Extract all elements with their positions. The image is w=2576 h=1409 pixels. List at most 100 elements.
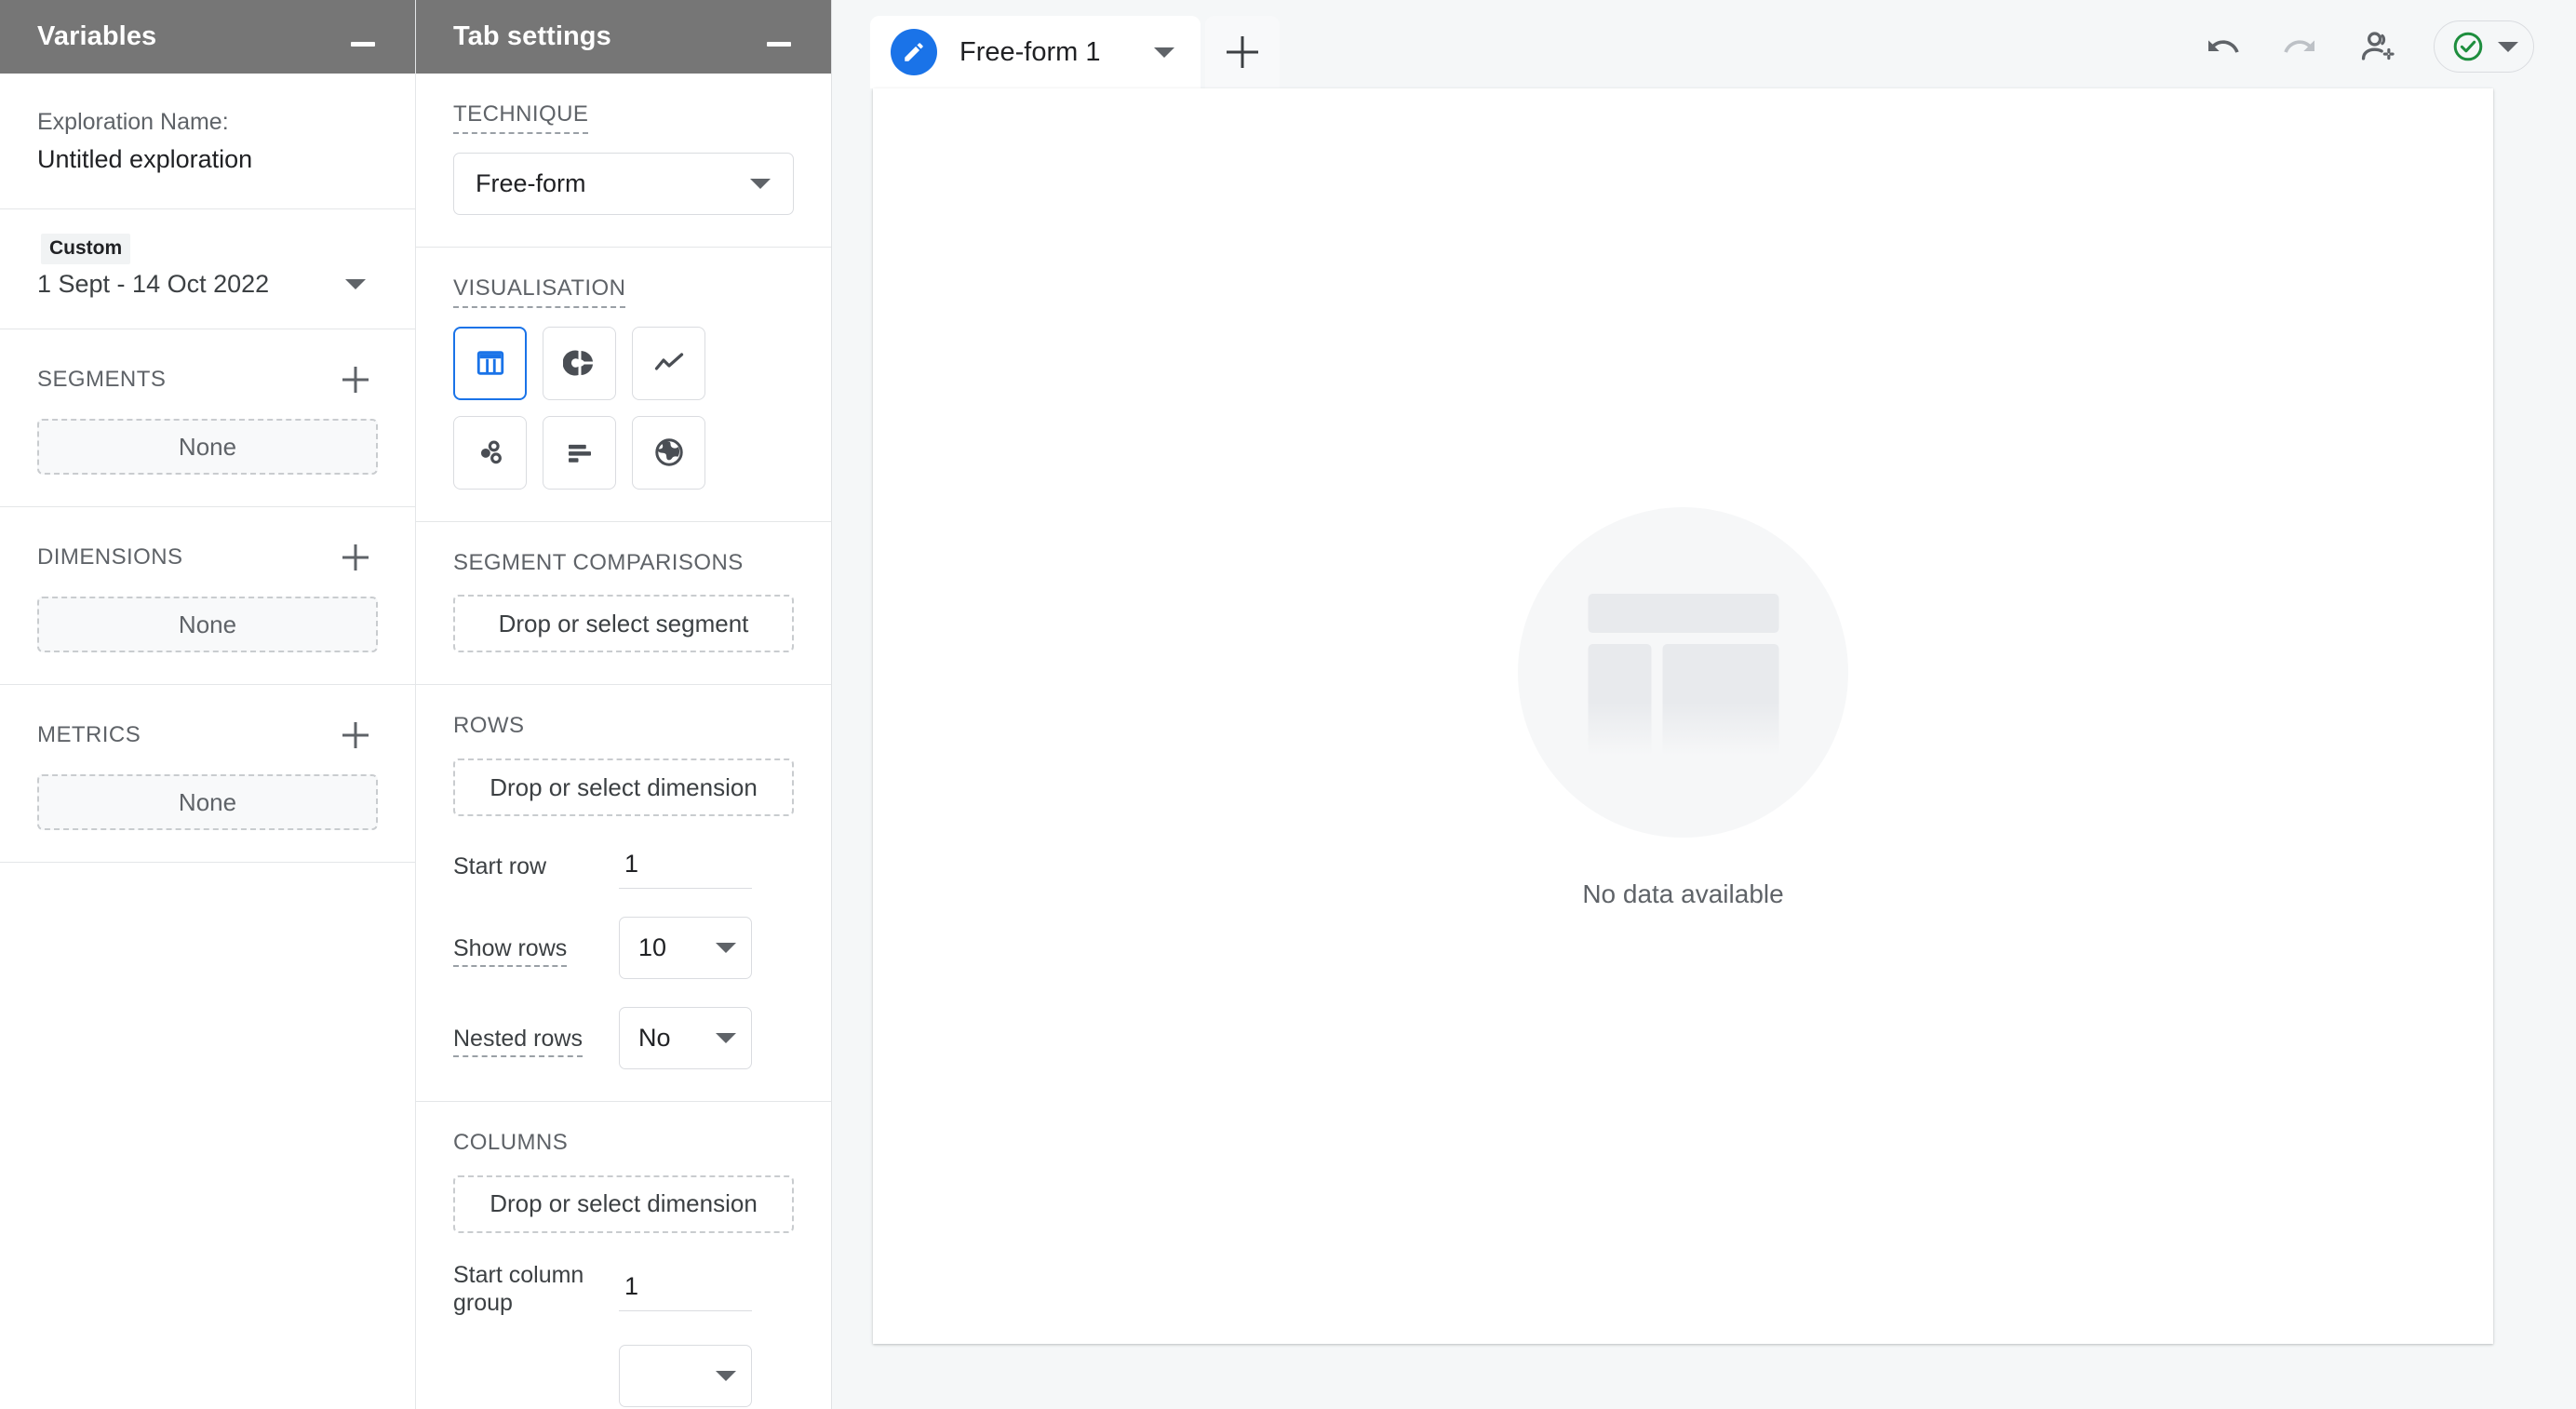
technique-select-value: Free-form xyxy=(476,168,586,197)
geo-map-icon xyxy=(654,438,683,466)
donut-chart-icon xyxy=(562,350,593,376)
metrics-empty-slot[interactable]: None xyxy=(37,774,378,831)
minimize-icon[interactable] xyxy=(758,24,799,65)
date-range-badge: Custom xyxy=(41,233,131,264)
columns-dropzone[interactable]: Drop or select dimension xyxy=(453,1174,794,1233)
segments-empty-slot[interactable]: None xyxy=(37,419,378,476)
technique-section: TECHNIQUE Free-form xyxy=(416,74,831,248)
skeleton-column-right xyxy=(1662,643,1778,756)
dimensions-empty-slot[interactable]: None xyxy=(37,597,378,653)
viz-option-geo[interactable] xyxy=(632,415,705,490)
viz-option-scatter[interactable] xyxy=(453,415,527,490)
visualisation-label: VISUALISATION xyxy=(453,275,626,308)
redo-icon xyxy=(2284,40,2314,53)
tab-strip: Free-form 1 xyxy=(870,0,1280,88)
minimize-bar xyxy=(351,42,375,47)
start-row-field: Start row xyxy=(453,844,794,890)
technique-label: TECHNIQUE xyxy=(453,101,589,134)
add-dimension-button[interactable] xyxy=(337,539,374,576)
nested-rows-label-slot: Nested rows xyxy=(453,1025,619,1057)
dimensions-section: DIMENSIONS None xyxy=(0,507,415,686)
chevron-down-icon[interactable] xyxy=(1154,47,1174,58)
segments-title: SEGMENTS xyxy=(37,366,167,392)
metrics-title: METRICS xyxy=(37,721,141,747)
exploration-name-label: Exploration Name: xyxy=(37,109,229,135)
visualisation-card: No data available xyxy=(873,88,2493,1344)
tab-label: Free-form 1 xyxy=(959,36,1101,67)
chevron-down-icon xyxy=(750,178,771,189)
columns-section: COLUMNS Drop or select dimension Start c… xyxy=(416,1102,831,1409)
variables-panel-header: Variables xyxy=(0,0,415,74)
viz-option-donut[interactable] xyxy=(543,326,616,400)
plus-icon xyxy=(1224,34,1261,71)
exploration-canvas: Free-form 1 No data available xyxy=(832,0,2576,1409)
start-row-input[interactable] xyxy=(619,844,752,890)
nested-rows-select[interactable]: No xyxy=(619,1007,752,1070)
skeleton-group xyxy=(1588,593,1778,756)
rows-label: ROWS xyxy=(453,713,525,739)
show-rows-label-slot: Show rows xyxy=(453,934,619,967)
segments-header: SEGMENTS xyxy=(37,361,378,398)
add-metric-button[interactable] xyxy=(337,717,374,754)
nested-rows-value: No xyxy=(638,1024,671,1053)
minimize-bar xyxy=(767,42,791,47)
visualisation-section: VISUALISATION xyxy=(416,248,831,522)
canvas-toolbar xyxy=(2199,20,2534,73)
scatter-chart-icon xyxy=(480,440,502,464)
chevron-down-icon xyxy=(716,1370,736,1381)
skeleton-columns xyxy=(1588,643,1778,756)
date-range-row: 1 Sept - 14 Oct 2022 xyxy=(37,268,378,301)
start-column-group-field: Start column group xyxy=(453,1261,794,1317)
empty-state: No data available xyxy=(873,506,2493,910)
start-row-label: Start row xyxy=(453,853,547,880)
dimensions-header: DIMENSIONS xyxy=(37,539,378,576)
add-segment-button[interactable] xyxy=(337,361,374,398)
show-rows-field: Show rows 10 xyxy=(453,917,794,980)
segment-comparisons-dropzone[interactable]: Drop or select segment xyxy=(453,595,794,653)
tab-settings-panel-title: Tab settings xyxy=(453,21,611,51)
segment-comparisons-section: SEGMENT COMPARISONS Drop or select segme… xyxy=(416,522,831,686)
bar-chart-icon xyxy=(568,444,591,463)
table-chart-icon xyxy=(476,351,503,375)
technique-select[interactable]: Free-form xyxy=(453,152,794,215)
chevron-down-icon xyxy=(716,1033,736,1044)
start-column-group-input[interactable] xyxy=(619,1266,752,1311)
undo-icon xyxy=(2208,40,2239,53)
redo-button[interactable] xyxy=(2277,23,2324,70)
show-rows-label: Show rows xyxy=(453,934,568,967)
save-status-button[interactable] xyxy=(2434,20,2534,73)
table-skeleton-illustration xyxy=(1518,506,1848,838)
minimize-icon[interactable] xyxy=(342,24,383,65)
nested-rows-label: Nested rows xyxy=(453,1025,583,1057)
add-tab-button[interactable] xyxy=(1205,16,1280,88)
date-range-picker[interactable]: Custom 1 Sept - 14 Oct 2022 xyxy=(0,209,415,330)
share-add-person-icon xyxy=(2361,32,2395,60)
variables-panel-title: Variables xyxy=(37,21,157,51)
show-column-groups-select[interactable] xyxy=(619,1344,752,1407)
check-circle-icon xyxy=(2453,32,2483,61)
show-rows-select[interactable]: 10 xyxy=(619,917,752,980)
viz-option-bar[interactable] xyxy=(543,415,616,490)
tab-settings-panel: Tab settings TECHNIQUE Free-form VISUALI… xyxy=(416,0,832,1409)
skeleton-header-bar xyxy=(1588,593,1778,633)
viz-option-table[interactable] xyxy=(453,326,527,400)
variables-panel-body: Exploration Name: Untitled exploration C… xyxy=(0,74,415,1409)
show-column-groups-field xyxy=(453,1344,794,1407)
chevron-down-icon xyxy=(716,943,736,954)
dimensions-title: DIMENSIONS xyxy=(37,543,183,570)
date-range-value: 1 Sept - 14 Oct 2022 xyxy=(37,269,270,298)
metrics-header: METRICS xyxy=(37,717,378,754)
chevron-down-icon[interactable] xyxy=(345,278,366,289)
metrics-section: METRICS None xyxy=(0,685,415,864)
rows-dropzone[interactable]: Drop or select dimension xyxy=(453,758,794,817)
tab-settings-panel-body: TECHNIQUE Free-form VISUALISATION SEGMEN… xyxy=(416,74,831,1409)
exploration-name-value[interactable]: Untitled exploration xyxy=(37,142,378,176)
share-button[interactable] xyxy=(2355,23,2402,70)
tab-free-form-1[interactable]: Free-form 1 xyxy=(870,16,1201,88)
start-column-group-label: Start column group xyxy=(453,1261,584,1316)
undo-button[interactable] xyxy=(2199,23,2246,70)
segment-comparisons-label: SEGMENT COMPARISONS xyxy=(453,549,744,575)
viz-option-line[interactable] xyxy=(632,326,705,400)
line-chart-icon xyxy=(654,353,683,370)
edit-pencil-icon xyxy=(891,29,937,75)
